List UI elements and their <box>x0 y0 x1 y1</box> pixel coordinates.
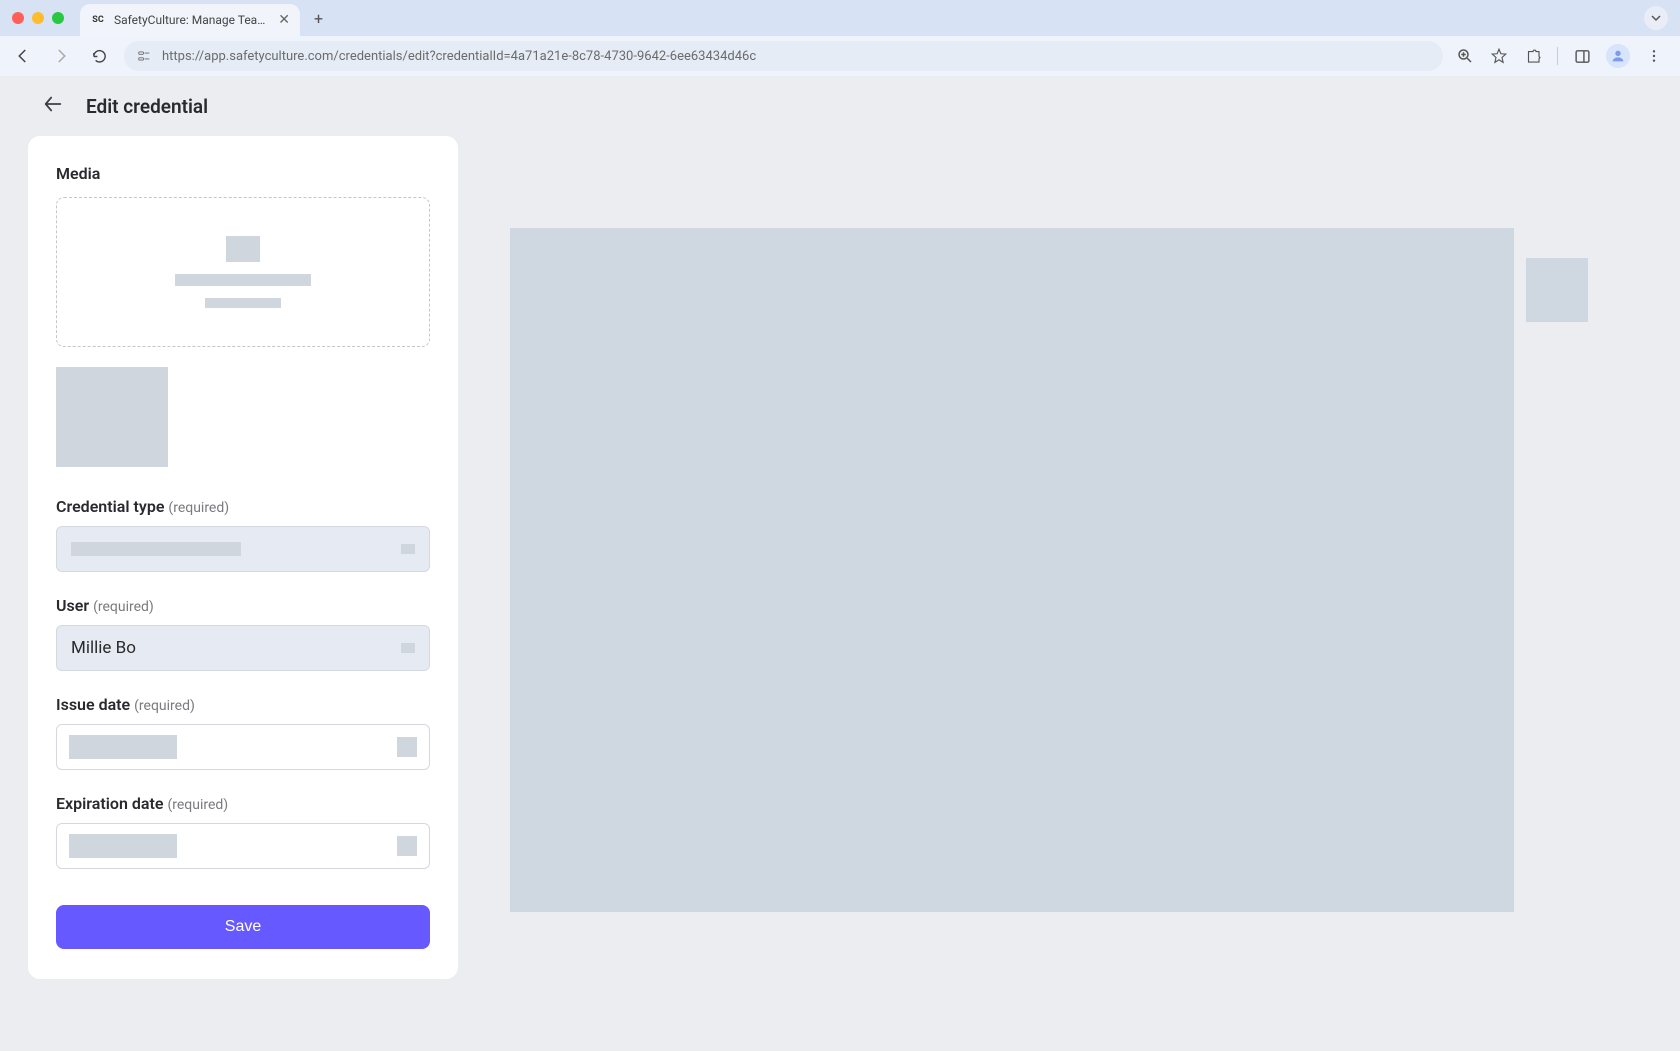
app-header: Edit credential <box>0 76 1680 136</box>
back-button[interactable] <box>10 43 36 69</box>
chevron-down-icon <box>401 544 415 554</box>
window-controls <box>12 12 64 24</box>
forward-button[interactable] <box>48 43 74 69</box>
field-label-text: Issue date <box>56 695 130 714</box>
required-indicator: (required) <box>93 599 154 615</box>
expiration-date-input[interactable] <box>56 823 430 869</box>
menu-button[interactable] <box>1644 46 1664 66</box>
upload-icon <box>226 236 260 262</box>
content-area: Media Credential type (required) User (r… <box>0 136 1680 979</box>
skeleton-line <box>69 834 177 858</box>
window-maximize-button[interactable] <box>52 12 64 24</box>
app-content: Edit credential Media Credential type (r… <box>0 76 1680 1051</box>
tab-strip: SC SafetyCulture: Manage Teams and… ✕ + <box>0 0 1680 36</box>
zoom-button[interactable] <box>1455 46 1475 66</box>
required-indicator: (required) <box>167 797 228 813</box>
chevron-down-icon <box>401 643 415 653</box>
field-label-text: User <box>56 596 89 615</box>
calendar-icon <box>397 737 417 757</box>
required-indicator: (required) <box>134 698 195 714</box>
credential-type-select[interactable] <box>56 526 430 572</box>
media-section-label: Media <box>56 164 430 183</box>
tab-close-icon[interactable]: ✕ <box>278 12 290 28</box>
user-select[interactable]: Millie Bo <box>56 625 430 671</box>
window-minimize-button[interactable] <box>32 12 44 24</box>
tab-favicon-icon: SC <box>90 12 106 28</box>
toolbar-divider <box>1557 47 1558 65</box>
page-title: Edit credential <box>86 95 208 118</box>
skeleton-line <box>175 274 311 286</box>
url-text: https://app.safetyculture.com/credential… <box>162 49 756 64</box>
preview-image <box>510 228 1514 912</box>
toolbar-right <box>1455 44 1670 68</box>
profile-button[interactable] <box>1606 44 1630 68</box>
chevron-down-icon <box>1651 13 1661 23</box>
arrow-right-icon <box>52 47 70 65</box>
field-label-text: Expiration date <box>56 794 163 813</box>
arrow-left-icon <box>14 47 32 65</box>
star-icon <box>1490 47 1508 65</box>
preview-area <box>478 136 1652 979</box>
calendar-icon <box>397 836 417 856</box>
new-tab-button[interactable]: + <box>314 9 323 28</box>
tab-overflow-button[interactable] <box>1644 6 1668 30</box>
site-settings-icon[interactable] <box>136 48 152 64</box>
page-back-button[interactable] <box>42 93 64 119</box>
sidepanel-button[interactable] <box>1572 46 1592 66</box>
skeleton-line <box>205 298 281 308</box>
required-indicator: (required) <box>168 500 229 516</box>
user-label: User (required) <box>56 596 430 615</box>
bookmark-button[interactable] <box>1489 46 1509 66</box>
skeleton-line <box>69 735 177 759</box>
save-button[interactable]: Save <box>56 905 430 949</box>
issue-date-label: Issue date (required) <box>56 695 430 714</box>
media-thumbnail[interactable] <box>56 367 168 467</box>
reload-icon <box>91 48 108 65</box>
user-select-value: Millie Bo <box>71 638 136 658</box>
person-icon <box>1610 48 1626 64</box>
skeleton-line <box>71 542 241 556</box>
browser-tab[interactable]: SC SafetyCulture: Manage Teams and… ✕ <box>80 4 300 36</box>
expiration-date-label: Expiration date (required) <box>56 794 430 813</box>
browser-chrome: SC SafetyCulture: Manage Teams and… ✕ + … <box>0 0 1680 76</box>
tab-title: SafetyCulture: Manage Teams and… <box>114 13 270 27</box>
credential-type-label: Credential type (required) <box>56 497 430 516</box>
edit-credential-form: Media Credential type (required) User (r… <box>28 136 458 979</box>
arrow-left-icon <box>42 93 64 115</box>
kebab-icon <box>1646 48 1662 64</box>
media-upload-dropzone[interactable] <box>56 197 430 347</box>
window-close-button[interactable] <box>12 12 24 24</box>
reload-button[interactable] <box>86 43 112 69</box>
browser-toolbar: https://app.safetyculture.com/credential… <box>0 36 1680 76</box>
extensions-button[interactable] <box>1523 46 1543 66</box>
puzzle-icon <box>1524 47 1542 65</box>
field-label-text: Credential type <box>56 497 164 516</box>
preview-thumbnail[interactable] <box>1526 258 1588 322</box>
panel-icon <box>1574 48 1591 65</box>
issue-date-input[interactable] <box>56 724 430 770</box>
zoom-icon <box>1456 47 1474 65</box>
address-bar[interactable]: https://app.safetyculture.com/credential… <box>124 41 1443 71</box>
